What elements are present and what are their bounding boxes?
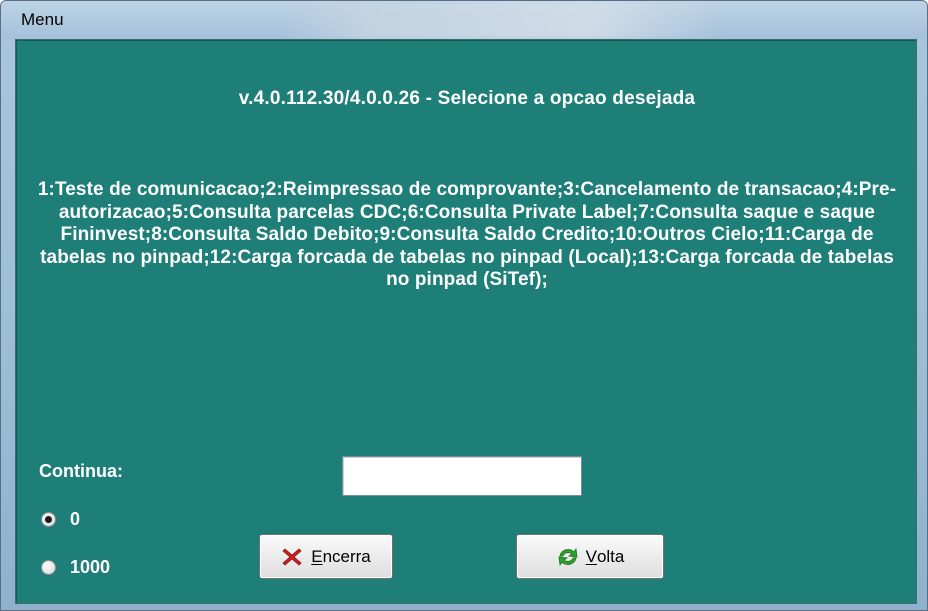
continua-input[interactable] <box>342 456 582 496</box>
volta-button[interactable]: Volta <box>516 534 664 579</box>
volta-mnemonic: V <box>585 546 597 566</box>
volta-label: olta <box>596 546 625 566</box>
dialog-panel: v.4.0.112.30/4.0.0.26 - Selecione a opca… <box>15 39 917 604</box>
encerra-button[interactable]: Encerra <box>259 534 393 579</box>
title-bar[interactable]: Menu <box>1 1 927 39</box>
dialog-heading: v.4.0.112.30/4.0.0.26 - Selecione a opca… <box>238 88 696 109</box>
radio-button-checked[interactable] <box>41 512 56 527</box>
radio-button[interactable] <box>41 560 56 575</box>
radio-option-label: 0 <box>70 509 81 529</box>
encerra-label: ncerra <box>322 546 371 566</box>
menu-window: Menu v.4.0.112.30/4.0.0.26 - Selecione a… <box>0 0 928 611</box>
radio-option-1000[interactable]: 1000 <box>41 557 110 578</box>
options-text: 1:Teste de comunicacao;2:Reimpressao de … <box>37 179 897 291</box>
continua-label: Continua: <box>39 461 123 481</box>
radio-option-label: 1000 <box>70 557 111 577</box>
encerra-mnemonic: E <box>311 546 323 566</box>
refresh-icon <box>556 546 578 568</box>
title-bar-glass <box>281 1 721 39</box>
radio-option-0[interactable]: 0 <box>41 509 80 530</box>
close-x-icon <box>281 546 303 568</box>
window-title: Menu <box>21 10 64 29</box>
